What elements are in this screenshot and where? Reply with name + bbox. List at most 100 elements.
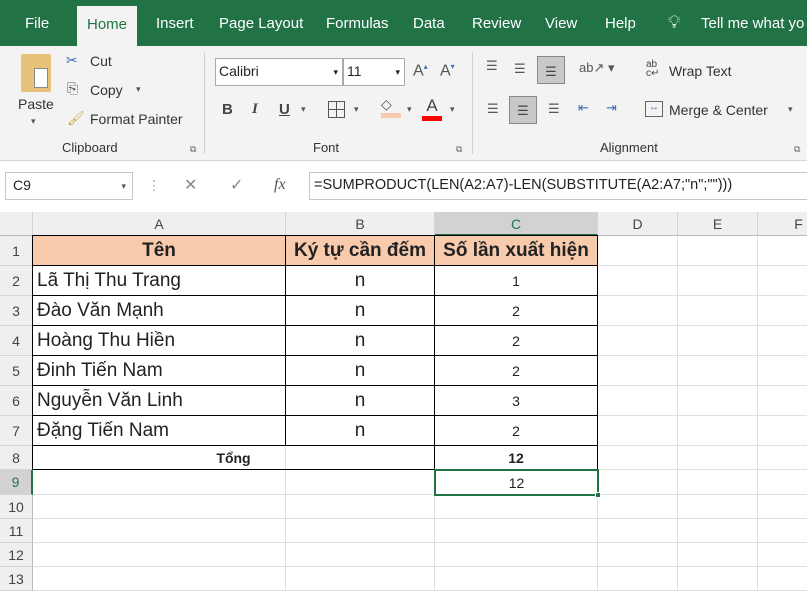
row-header-9[interactable]: 9 [0, 470, 33, 495]
align-bottom-icon[interactable]: ☰ [537, 56, 565, 84]
cell[interactable] [286, 519, 435, 543]
cell[interactable] [758, 296, 807, 326]
count-cell[interactable]: 1 [434, 265, 598, 296]
copy-button[interactable]: Copy [90, 82, 123, 98]
cell[interactable] [598, 326, 678, 356]
cell[interactable] [33, 543, 286, 567]
cell[interactable] [678, 266, 758, 296]
font-color-dropdown-icon[interactable]: ▾ [450, 104, 455, 115]
column-header-B[interactable]: B [286, 212, 435, 236]
name-cell[interactable]: Nguyễn Văn Linh [32, 385, 286, 416]
cell[interactable] [598, 236, 678, 266]
cell[interactable] [758, 495, 807, 519]
row-header-7[interactable]: 7 [0, 416, 33, 446]
tell-me-search[interactable]: Tell me what yo [691, 0, 807, 46]
tab-review[interactable]: Review [462, 0, 531, 46]
tab-insert[interactable]: Insert [146, 0, 204, 46]
decrease-indent-icon[interactable]: ⇤ [578, 100, 589, 116]
align-top-icon[interactable]: ☰ [486, 58, 498, 74]
cell[interactable] [758, 446, 807, 470]
cell[interactable] [435, 519, 598, 543]
char-cell[interactable]: n [285, 415, 435, 446]
cell[interactable] [758, 236, 807, 266]
header-cell[interactable]: Số lần xuất hiện [434, 235, 598, 266]
cell[interactable] [598, 296, 678, 326]
cell[interactable] [598, 266, 678, 296]
header-cell[interactable]: Ký tự cần đếm [285, 235, 435, 266]
cell[interactable] [598, 446, 678, 470]
tab-formulas[interactable]: Formulas [316, 0, 399, 46]
row-header-1[interactable]: 1 [0, 236, 33, 266]
insert-function-icon[interactable]: fx [274, 176, 286, 194]
font-name-select[interactable]: Calibri ▾ [215, 58, 343, 86]
font-size-select[interactable]: 11 ▾ [343, 58, 405, 86]
cell[interactable] [678, 326, 758, 356]
cell[interactable] [678, 416, 758, 446]
align-left-icon[interactable]: ☰ [487, 101, 499, 117]
alignment-launcher-icon[interactable]: ⧉ [794, 144, 800, 155]
cell[interactable] [758, 519, 807, 543]
cell[interactable] [33, 470, 286, 495]
cell[interactable] [678, 386, 758, 416]
bold-button[interactable]: B [222, 101, 233, 118]
name-box[interactable]: C9 ▾ [5, 172, 133, 200]
borders-icon[interactable] [328, 101, 345, 118]
name-cell[interactable]: Đào Văn Mạnh [32, 295, 286, 326]
cell[interactable] [286, 543, 435, 567]
select-all-corner[interactable] [0, 212, 33, 236]
name-cell[interactable]: Lã Thị Thu Trang [32, 265, 286, 296]
cancel-icon[interactable]: ✕ [184, 175, 197, 195]
tab-page-layout[interactable]: Page Layout [209, 0, 313, 46]
row-header-4[interactable]: 4 [0, 326, 33, 356]
align-middle-icon[interactable]: ☰ [514, 61, 526, 77]
cell[interactable] [678, 519, 758, 543]
row-header-10[interactable]: 10 [0, 495, 33, 519]
cell[interactable] [286, 567, 435, 591]
cell[interactable] [758, 266, 807, 296]
wrap-text-button[interactable]: Wrap Text [669, 63, 732, 79]
cell[interactable] [678, 446, 758, 470]
cell[interactable] [678, 356, 758, 386]
row-header-12[interactable]: 12 [0, 543, 33, 567]
name-cell[interactable]: Đinh Tiến Nam [32, 355, 286, 386]
increase-font-icon[interactable]: A▴ [413, 62, 428, 80]
char-cell[interactable]: n [285, 385, 435, 416]
total-label-cell[interactable]: Tổng [32, 445, 435, 470]
cell[interactable] [598, 386, 678, 416]
font-launcher-icon[interactable]: ⧉ [456, 144, 462, 155]
orientation-icon[interactable]: ab↗ ▾ [579, 60, 615, 76]
merge-center-button[interactable]: Merge & Center [669, 102, 768, 118]
italic-button[interactable]: I [252, 101, 258, 118]
row-header-3[interactable]: 3 [0, 296, 33, 326]
align-center-icon[interactable]: ☰ [509, 96, 537, 124]
total-value-cell[interactable]: 12 [434, 445, 598, 470]
cell[interactable] [598, 495, 678, 519]
selected-cell-c9[interactable]: 12 [434, 469, 599, 496]
row-header-8[interactable]: 8 [0, 446, 33, 470]
cell[interactable] [286, 495, 435, 519]
count-cell[interactable]: 2 [434, 325, 598, 356]
cell[interactable] [598, 567, 678, 591]
fill-dropdown-icon[interactable]: ▾ [407, 104, 412, 115]
row-header-13[interactable]: 13 [0, 567, 33, 591]
copy-dropdown-icon[interactable]: ▾ [136, 84, 141, 95]
row-header-6[interactable]: 6 [0, 386, 33, 416]
clipboard-launcher-icon[interactable]: ⧉ [190, 144, 196, 155]
cell[interactable] [758, 543, 807, 567]
cell[interactable] [598, 543, 678, 567]
cell[interactable] [435, 543, 598, 567]
decrease-font-icon[interactable]: A▾ [440, 62, 455, 80]
tab-data[interactable]: Data [403, 0, 455, 46]
cell[interactable] [33, 567, 286, 591]
column-header-F[interactable]: F [758, 212, 807, 236]
count-cell[interactable]: 2 [434, 415, 598, 446]
header-cell[interactable]: Tên [32, 235, 286, 266]
paste-dropdown-icon[interactable]: ▾ [31, 116, 36, 127]
count-cell[interactable]: 2 [434, 355, 598, 386]
count-cell[interactable]: 2 [434, 295, 598, 326]
cell[interactable] [598, 416, 678, 446]
cell[interactable] [678, 495, 758, 519]
tab-home[interactable]: Home [77, 6, 138, 46]
row-header-5[interactable]: 5 [0, 356, 33, 386]
cell[interactable] [758, 386, 807, 416]
